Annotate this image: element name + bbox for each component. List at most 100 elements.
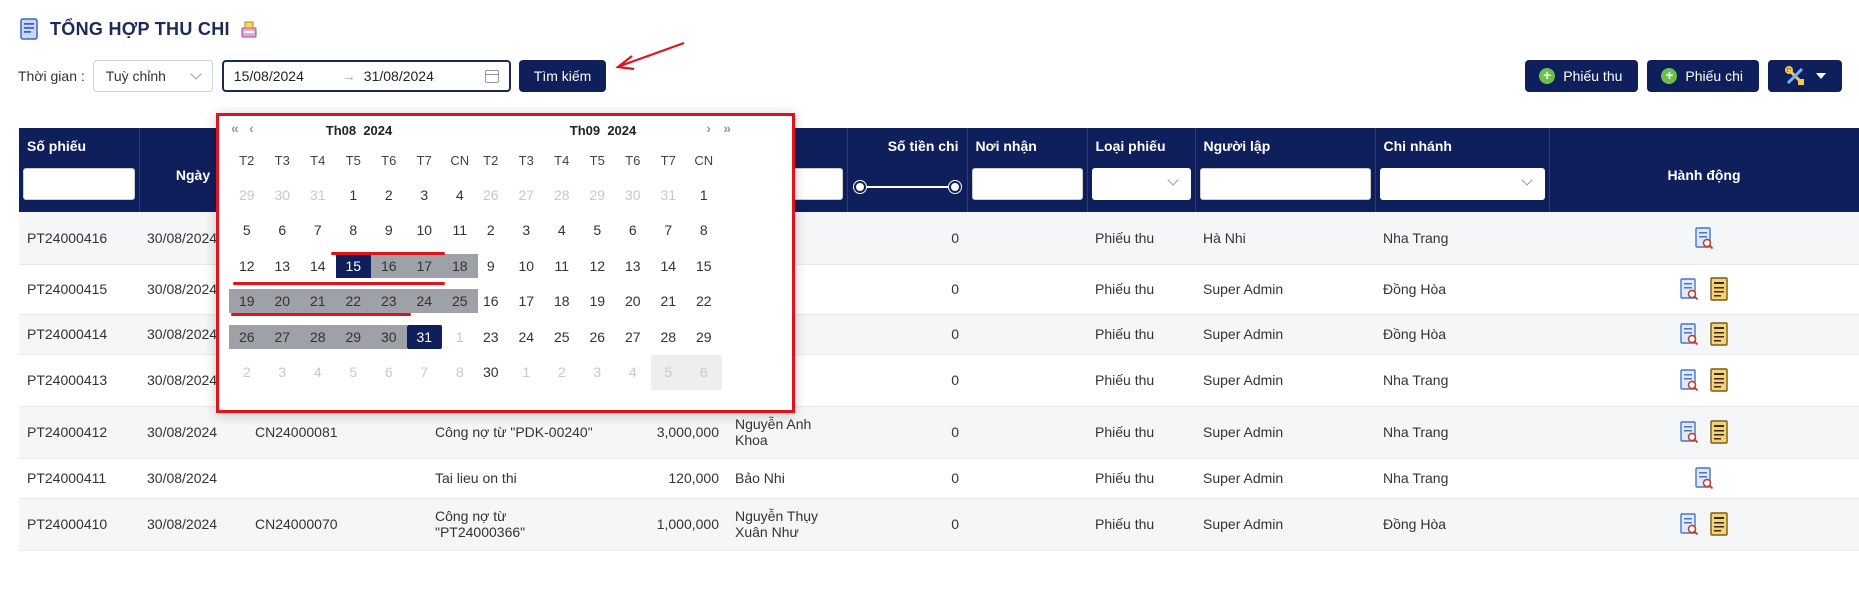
calendar-day[interactable]: 24: [406, 284, 442, 320]
prev-month-button[interactable]: ‹: [249, 120, 254, 136]
receipt-print-icon[interactable]: [1709, 322, 1729, 346]
calendar-day[interactable]: 31: [651, 177, 687, 213]
amount-out-range-slider[interactable]: [852, 168, 963, 200]
calendar-day[interactable]: 7: [300, 213, 336, 249]
so-phieu-filter-input[interactable]: [23, 168, 135, 200]
header-nguoi-lap[interactable]: Người lập: [1195, 128, 1376, 164]
receipt-print-icon[interactable]: [1709, 420, 1729, 444]
view-document-icon[interactable]: [1679, 420, 1699, 444]
slider-handle-min[interactable]: [853, 181, 866, 193]
header-noi-nhan[interactable]: Nơi nhận: [967, 128, 1088, 164]
search-button[interactable]: Tìm kiếm: [518, 60, 607, 92]
calendar-day[interactable]: 18: [544, 284, 580, 320]
calendar-day[interactable]: 1: [336, 177, 372, 213]
calendar-day[interactable]: 26: [473, 177, 509, 213]
add-receipt-button[interactable]: + Phiếu thu: [1525, 60, 1639, 92]
calendar-day[interactable]: 26: [229, 319, 265, 355]
calendar-day[interactable]: 29: [229, 177, 265, 213]
noi-nhan-filter-input[interactable]: [971, 168, 1083, 200]
period-select[interactable]: Tuỳ chỉnh: [92, 60, 213, 92]
calendar-day[interactable]: 7: [407, 355, 443, 391]
chi-nhanh-filter-select[interactable]: [1379, 168, 1545, 200]
calendar-day[interactable]: 1: [509, 355, 545, 391]
calendar-day[interactable]: 28: [300, 319, 336, 355]
header-so-tien-chi[interactable]: Số tiền chi: [847, 128, 968, 164]
calendar-day[interactable]: 28: [544, 177, 580, 213]
calendar-day[interactable]: 2: [371, 177, 407, 213]
header-so-phieu[interactable]: Số phiếu: [19, 128, 140, 164]
next-month-button[interactable]: ›: [706, 120, 711, 136]
date-start-input[interactable]: 15/08/2024: [234, 68, 334, 84]
calendar-day[interactable]: 9: [371, 213, 407, 249]
calendar-day[interactable]: 28: [651, 319, 687, 355]
date-range-picker[interactable]: 15/08/2024 → 31/08/2024: [221, 60, 511, 92]
tools-dropdown-button[interactable]: [1768, 60, 1842, 92]
loai-phieu-filter-select[interactable]: [1091, 168, 1191, 200]
calendar-day[interactable]: 12: [580, 248, 616, 284]
calendar-day[interactable]: 29: [335, 319, 371, 355]
calendar-day[interactable]: 2: [473, 213, 509, 249]
receipt-print-icon[interactable]: [1709, 512, 1729, 536]
calendar-day[interactable]: 3: [407, 177, 443, 213]
calendar-day[interactable]: 21: [651, 284, 687, 320]
calendar-day[interactable]: 31: [300, 177, 336, 213]
calendar-day[interactable]: 12: [229, 248, 265, 284]
calendar-day[interactable]: 6: [371, 355, 407, 391]
calendar-day[interactable]: 29: [580, 177, 616, 213]
calendar-day[interactable]: 22: [686, 284, 722, 320]
calendar-day[interactable]: 29: [686, 319, 722, 355]
calendar-day[interactable]: 10: [407, 213, 443, 249]
calendar-day[interactable]: 1: [686, 177, 722, 213]
calendar-day[interactable]: 8: [686, 213, 722, 249]
header-loai-phieu[interactable]: Loại phiếu: [1087, 128, 1196, 164]
calendar-day[interactable]: 6: [615, 213, 651, 249]
calendar-day[interactable]: 4: [300, 355, 336, 391]
calendar-day[interactable]: 3: [580, 355, 616, 391]
next-year-button[interactable]: »: [723, 120, 731, 136]
calendar-day[interactable]: 9: [473, 248, 509, 284]
calendar-day[interactable]: 27: [615, 319, 651, 355]
table-row[interactable]: PT24000410 30/08/2024 CN24000070 Công nợ từ…: [19, 498, 1859, 551]
receipt-print-icon[interactable]: [1709, 368, 1729, 392]
calendar-day[interactable]: 31: [406, 319, 442, 355]
receipt-print-icon[interactable]: [1709, 277, 1729, 301]
view-document-icon[interactable]: [1679, 277, 1699, 301]
calendar-day[interactable]: 2: [229, 355, 265, 391]
calendar-day[interactable]: 4: [544, 213, 580, 249]
calendar-day[interactable]: 5: [229, 213, 265, 249]
view-document-icon[interactable]: [1694, 466, 1714, 490]
calendar-day[interactable]: 13: [615, 248, 651, 284]
calendar-day[interactable]: 14: [651, 248, 687, 284]
calendar-day[interactable]: 30: [371, 319, 407, 355]
calendar-day[interactable]: 19: [580, 284, 616, 320]
view-document-icon[interactable]: [1679, 512, 1699, 536]
calendar-day[interactable]: 5: [580, 213, 616, 249]
add-payment-button[interactable]: + Phiếu chi: [1647, 60, 1759, 92]
date-end-input[interactable]: 31/08/2024: [364, 68, 474, 84]
calendar-day[interactable]: 16: [473, 284, 509, 320]
calendar-day[interactable]: 24: [509, 319, 545, 355]
calendar-day[interactable]: 11: [544, 248, 580, 284]
table-row[interactable]: PT24000411 30/08/2024 Tai lieu on thi 120,0…: [19, 458, 1859, 499]
calendar-day[interactable]: 13: [265, 248, 301, 284]
table-row[interactable]: PT24000412 30/08/2024 CN24000081 Công nợ từ…: [19, 406, 1859, 459]
calendar-day[interactable]: 6: [265, 213, 301, 249]
prev-year-button[interactable]: «: [231, 120, 239, 136]
calendar-day[interactable]: 27: [264, 319, 300, 355]
calendar-day[interactable]: 30: [265, 177, 301, 213]
calendar-day[interactable]: 23: [473, 319, 509, 355]
slider-handle-max[interactable]: [948, 181, 961, 193]
calendar-day[interactable]: 17: [509, 284, 545, 320]
view-document-icon[interactable]: [1694, 226, 1714, 250]
calendar-day[interactable]: 30: [473, 355, 509, 391]
calendar-day[interactable]: 7: [651, 213, 687, 249]
calendar-day[interactable]: 26: [580, 319, 616, 355]
calendar-day[interactable]: 25: [544, 319, 580, 355]
calendar-day[interactable]: 2: [544, 355, 580, 391]
calendar-day[interactable]: 3: [265, 355, 301, 391]
nguoi-lap-filter-input[interactable]: [1199, 168, 1371, 200]
calendar-day[interactable]: 30: [615, 177, 651, 213]
calendar-day[interactable]: 3: [509, 213, 545, 249]
calendar-day[interactable]: 15: [686, 248, 722, 284]
view-document-icon[interactable]: [1679, 368, 1699, 392]
